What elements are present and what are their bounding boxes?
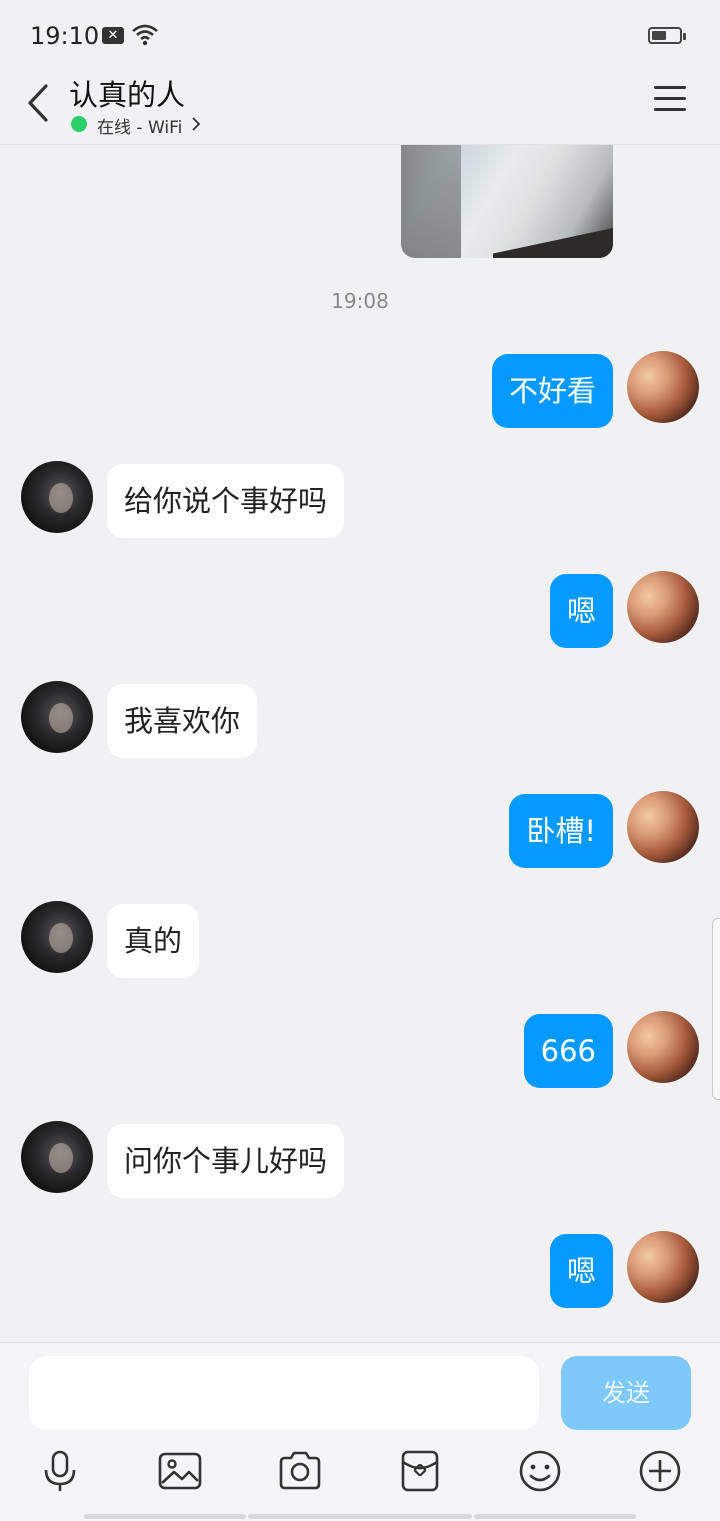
plus-icon[interactable] bbox=[637, 1448, 683, 1494]
wifi-icon bbox=[132, 24, 158, 46]
home-indicator bbox=[248, 1514, 472, 1519]
input-bar: 发送 bbox=[0, 1342, 720, 1521]
message-row: 给你说个事好吗 bbox=[0, 461, 720, 538]
message-row: 我喜欢你 bbox=[0, 681, 720, 758]
received-message-bubble[interactable]: 问你个事儿好吗 bbox=[107, 1124, 345, 1198]
home-indicator bbox=[474, 1514, 636, 1519]
my-avatar[interactable] bbox=[627, 1231, 699, 1303]
red-packet-icon[interactable] bbox=[397, 1448, 443, 1494]
side-drawer-handle[interactable] bbox=[712, 918, 720, 1100]
contact-avatar[interactable] bbox=[21, 681, 93, 753]
chat-area[interactable]: 19:08 不好看 给你说个事好吗 嗯 我喜欢你 卧槽! 真的 666 问你个事… bbox=[0, 145, 720, 1341]
message-row: 真的 bbox=[0, 901, 720, 978]
received-message-bubble[interactable]: 真的 bbox=[107, 904, 200, 978]
sent-message-bubble[interactable]: 卧槽! bbox=[509, 794, 613, 868]
image-icon[interactable] bbox=[157, 1448, 203, 1494]
my-avatar[interactable] bbox=[627, 1011, 699, 1083]
message-row: 不好看 bbox=[0, 351, 720, 428]
chat-header: 认真的人 在线 - WiFi bbox=[0, 70, 720, 145]
message-timestamp: 19:08 bbox=[331, 289, 389, 313]
send-button[interactable]: 发送 bbox=[561, 1356, 691, 1430]
contact-avatar[interactable] bbox=[21, 1121, 93, 1193]
my-avatar[interactable] bbox=[627, 351, 699, 423]
status-time: 19:10 bbox=[30, 22, 100, 50]
message-row: 卧槽! bbox=[0, 791, 720, 868]
received-message-bubble[interactable]: 给你说个事好吗 bbox=[107, 464, 345, 538]
sent-message-bubble[interactable]: 嗯 bbox=[549, 1234, 613, 1308]
sent-message-bubble[interactable]: 666 bbox=[523, 1014, 613, 1088]
message-input[interactable] bbox=[29, 1356, 539, 1430]
microphone-icon[interactable] bbox=[37, 1448, 83, 1494]
image-message[interactable] bbox=[401, 145, 613, 258]
sent-message-bubble[interactable]: 不好看 bbox=[491, 354, 613, 428]
sent-message-bubble[interactable]: 嗯 bbox=[549, 574, 613, 648]
home-indicator bbox=[84, 1514, 246, 1519]
contact-name[interactable]: 认真的人 bbox=[69, 72, 185, 114]
notification-icon: ✕ bbox=[102, 27, 124, 44]
online-status-dot bbox=[71, 116, 87, 132]
my-avatar[interactable] bbox=[627, 571, 699, 643]
emoji-icon[interactable] bbox=[517, 1448, 563, 1494]
chevron-right-icon[interactable] bbox=[190, 116, 202, 132]
menu-button[interactable] bbox=[652, 84, 688, 114]
my-avatar[interactable] bbox=[627, 791, 699, 863]
battery-icon bbox=[648, 27, 686, 44]
presence-status[interactable]: 在线 - WiFi bbox=[97, 113, 182, 138]
message-row: 问你个事儿好吗 bbox=[0, 1121, 720, 1198]
message-row: 666 bbox=[0, 1011, 720, 1088]
status-bar: 19:10 ✕ bbox=[0, 0, 720, 70]
contact-avatar[interactable] bbox=[21, 461, 93, 533]
contact-avatar[interactable] bbox=[21, 901, 93, 973]
message-row: 嗯 bbox=[0, 571, 720, 648]
back-button[interactable] bbox=[20, 76, 60, 126]
camera-icon[interactable] bbox=[277, 1448, 323, 1494]
message-row: 嗯 bbox=[0, 1231, 720, 1308]
received-message-bubble[interactable]: 我喜欢你 bbox=[107, 684, 258, 758]
